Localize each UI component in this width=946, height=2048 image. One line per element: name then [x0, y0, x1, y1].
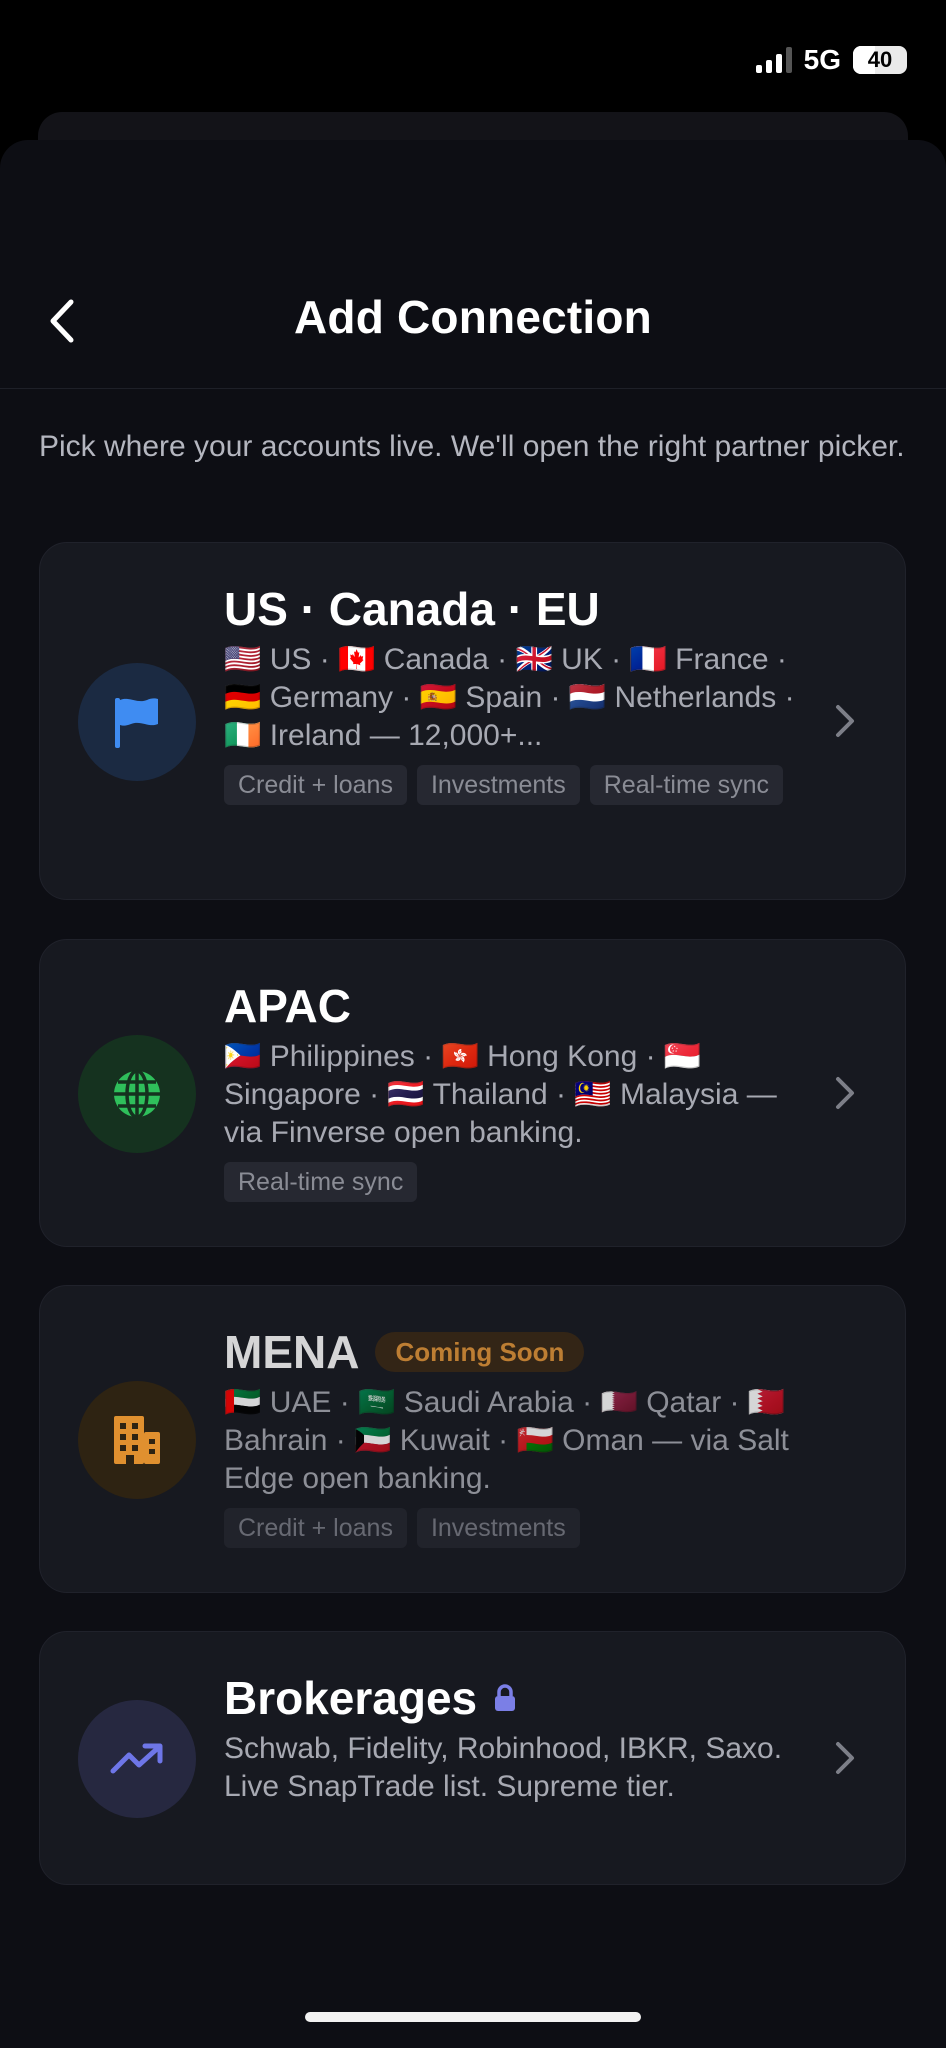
card-description: Schwab, Fidelity, Robinhood, IBKR, Saxo.… [224, 1732, 783, 1803]
card-title: Brokerages [224, 1672, 478, 1724]
tag-investments: Investments [416, 765, 580, 805]
card-description: 🇦🇪 UAE · 🇸🇦 Saudi Arabia · 🇶🇦 Qatar · 🇧🇭… [224, 1386, 789, 1495]
network-label: 5G [803, 44, 841, 75]
region-card-mena: MENA Coming Soon 🇦🇪 UAE · 🇸🇦 Saudi Arabi… [39, 1285, 906, 1593]
status-bar: 5G 40 [0, 0, 946, 120]
region-icon-container [78, 1381, 196, 1499]
building-icon [114, 1416, 160, 1464]
chevron-right-icon [836, 1077, 854, 1109]
tag-real-time-sync: Real-time sync [589, 765, 784, 805]
coming-soon-badge: Coming Soon [375, 1332, 585, 1372]
card-description: 🇺🇸 US · 🇨🇦 Canada · 🇬🇧 UK · 🇫🇷 France · … [224, 643, 795, 752]
region-icon-container [78, 1700, 196, 1818]
tag-credit-loans: Credit + loans [224, 1508, 407, 1548]
header [0, 140, 946, 389]
chevron-right-icon [836, 705, 854, 737]
page-subtitle: Pick where your accounts live. We'll ope… [39, 430, 905, 463]
page-title: Add Connection [294, 291, 652, 343]
region-card-us-canada-eu[interactable]: US · Canada · EU 🇺🇸 US · 🇨🇦 Canada · 🇬🇧 … [39, 542, 906, 900]
card-title: MENA [224, 1326, 360, 1378]
chevron-right-icon [836, 1742, 854, 1774]
card-description: 🇵🇭 Philippines · 🇭🇰 Hong Kong · 🇸🇬 Singa… [224, 1040, 777, 1149]
tag-credit-loans: Credit + loans [224, 765, 407, 805]
status-indicators: 5G 40 [755, 44, 907, 76]
region-icon-container [78, 1035, 196, 1153]
tag-real-time-sync: Real-time sync [224, 1162, 418, 1202]
tag-investments: Investments [416, 1508, 580, 1548]
region-card-apac[interactable]: APAC 🇵🇭 Philippines · 🇭🇰 Hong Kong · 🇸🇬 … [39, 939, 906, 1247]
card-title: US · Canada · EU [224, 583, 600, 635]
region-card-brokerages[interactable]: Brokerages Schwab, Fidelity, Robinhood, … [39, 1631, 906, 1885]
region-icon-container [78, 663, 196, 781]
battery-icon: 40 [853, 46, 907, 74]
home-indicator [305, 2012, 641, 2022]
signal-icon [755, 47, 792, 73]
globe-icon [114, 1069, 160, 1119]
battery-level: 40 [867, 47, 893, 72]
card-title: APAC [224, 980, 351, 1032]
lock-icon [495, 1684, 516, 1711]
trending-up-icon [110, 1743, 163, 1774]
flag-icon [115, 698, 158, 748]
